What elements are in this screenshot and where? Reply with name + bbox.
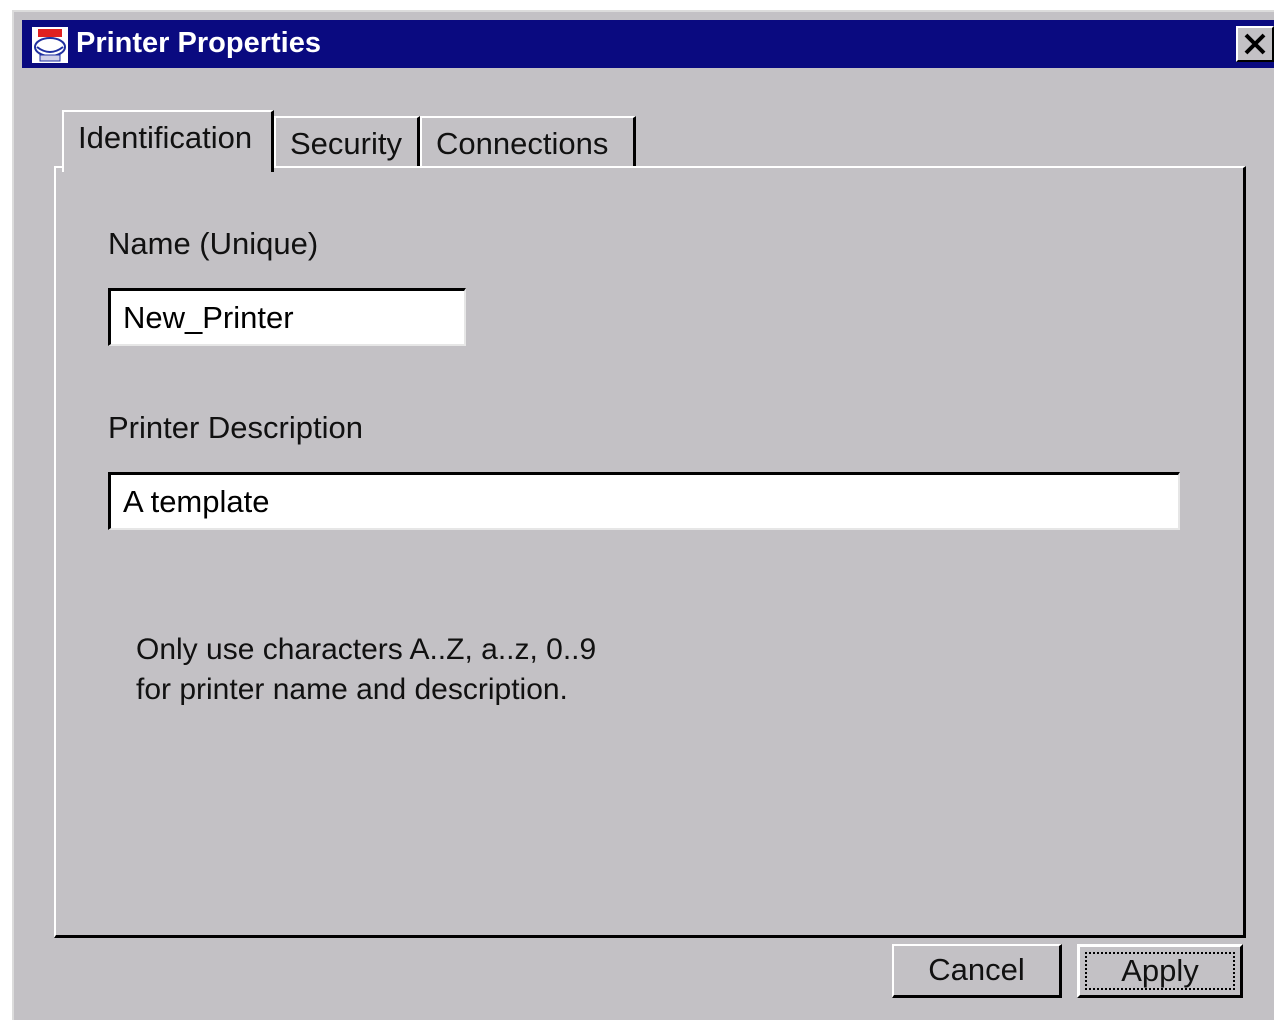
printer-properties-window: Printer Properties Identification Securi…: [12, 10, 1274, 1020]
hint-line-2: for printer name and description.: [136, 673, 568, 706]
tab-identification[interactable]: Identification: [62, 110, 274, 172]
active-tab-join: [64, 164, 270, 170]
tab-security-label: Security: [290, 126, 402, 161]
cancel-button[interactable]: Cancel: [892, 944, 1062, 998]
tab-connections-label: Connections: [436, 126, 609, 161]
close-x-icon: [1244, 33, 1266, 55]
window-title: Printer Properties: [76, 27, 321, 59]
apply-button[interactable]: Apply: [1077, 944, 1243, 998]
identification-panel: Name (Unique) Printer Description Only u…: [54, 166, 1246, 938]
hint-line-1: Only use characters A..Z, a..z, 0..9: [136, 633, 597, 666]
title-bar: Printer Properties: [22, 20, 1274, 68]
name-label: Name (Unique): [108, 226, 319, 261]
tab-connections[interactable]: Connections: [420, 116, 636, 170]
tab-identification-label: Identification: [78, 120, 253, 155]
description-label: Printer Description: [108, 410, 363, 445]
cancel-button-label: Cancel: [928, 952, 1025, 987]
apply-button-label: Apply: [1121, 953, 1199, 988]
description-input[interactable]: [108, 472, 1180, 530]
printer-icon: [30, 25, 70, 65]
close-button[interactable]: [1236, 26, 1274, 62]
input-hint: Only use characters A..Z, a..z, 0..9 for…: [136, 630, 596, 710]
tab-security[interactable]: Security: [274, 116, 420, 170]
name-input[interactable]: [108, 288, 466, 346]
